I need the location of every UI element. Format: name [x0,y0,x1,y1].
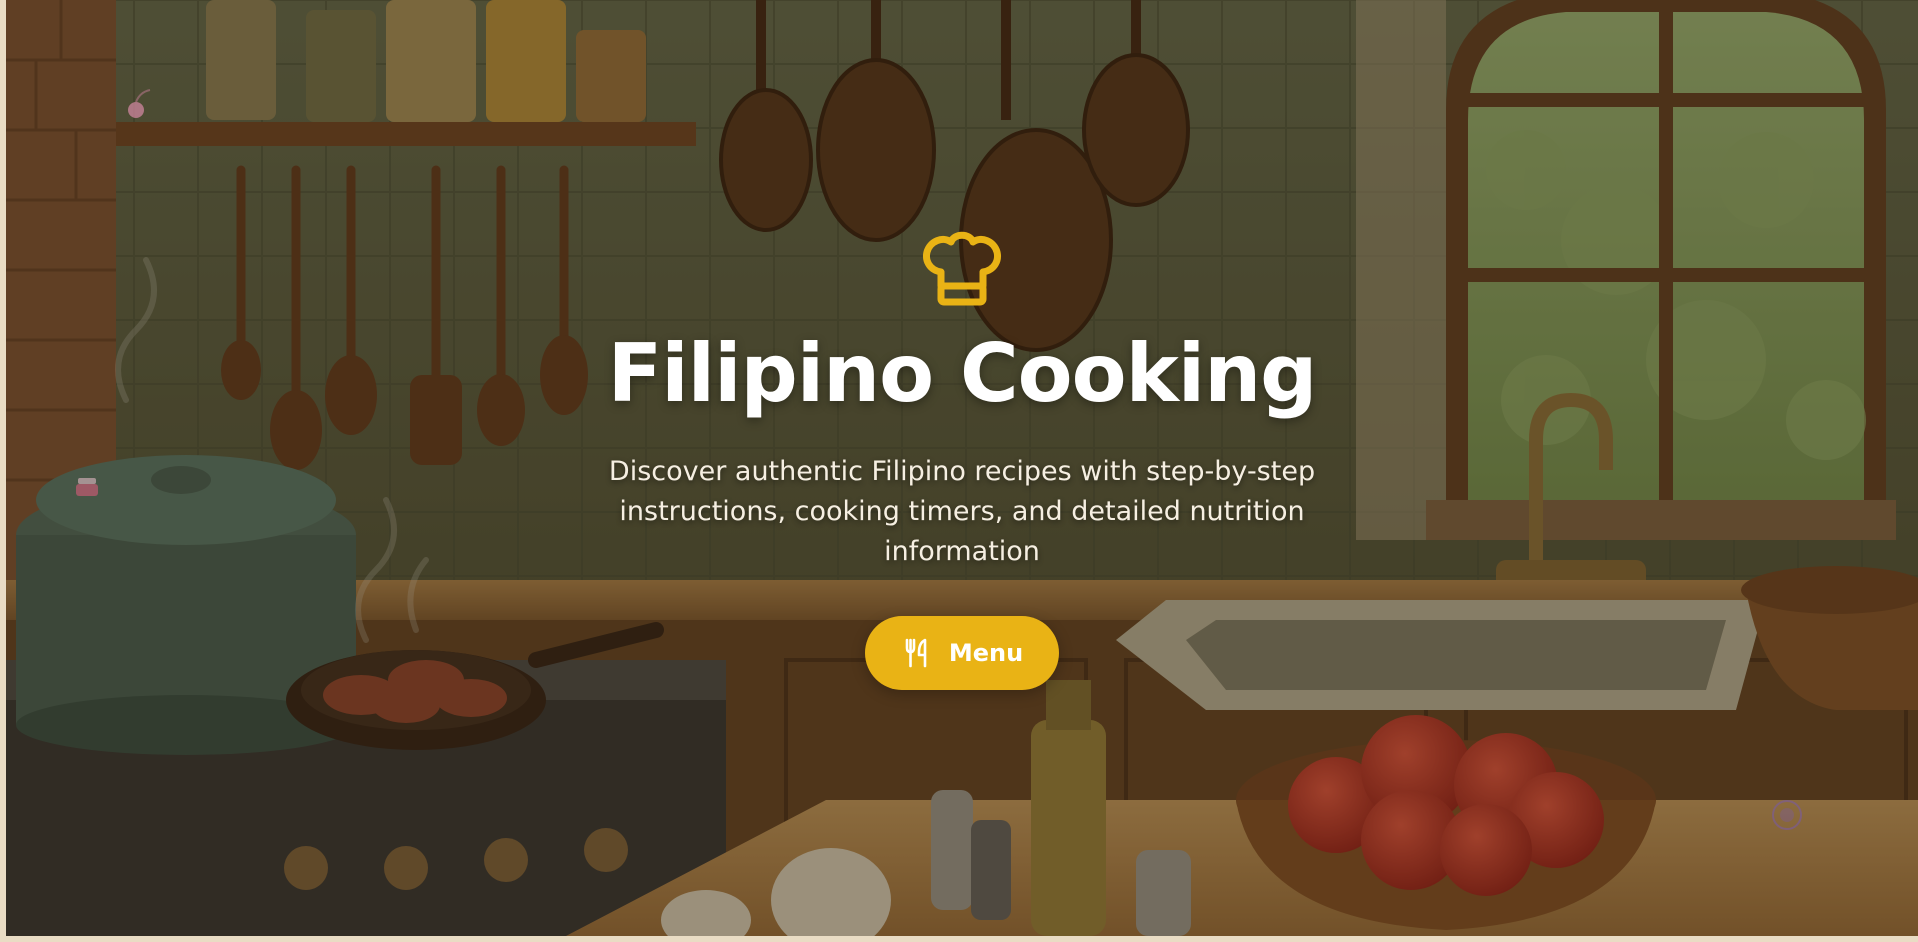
hero-subtitle: Discover authentic Filipino recipes with… [608,456,1316,567]
hero-title: Filipino Cooking [607,327,1318,420]
cherry-icon [128,89,151,118]
hero-section: Filipino Cooking Discover authentic Fili… [6,0,1918,936]
chef-hat-icon [923,231,1001,306]
menu-button-label: Menu [948,639,1024,667]
menu-button[interactable]: Menu [865,616,1059,690]
page-frame: Filipino Cooking Discover authentic Fili… [0,0,1918,942]
utensils-icon [905,638,927,668]
hero-content: Filipino Cooking Discover authentic Fili… [6,226,1918,690]
circle-icon [1772,800,1802,830]
